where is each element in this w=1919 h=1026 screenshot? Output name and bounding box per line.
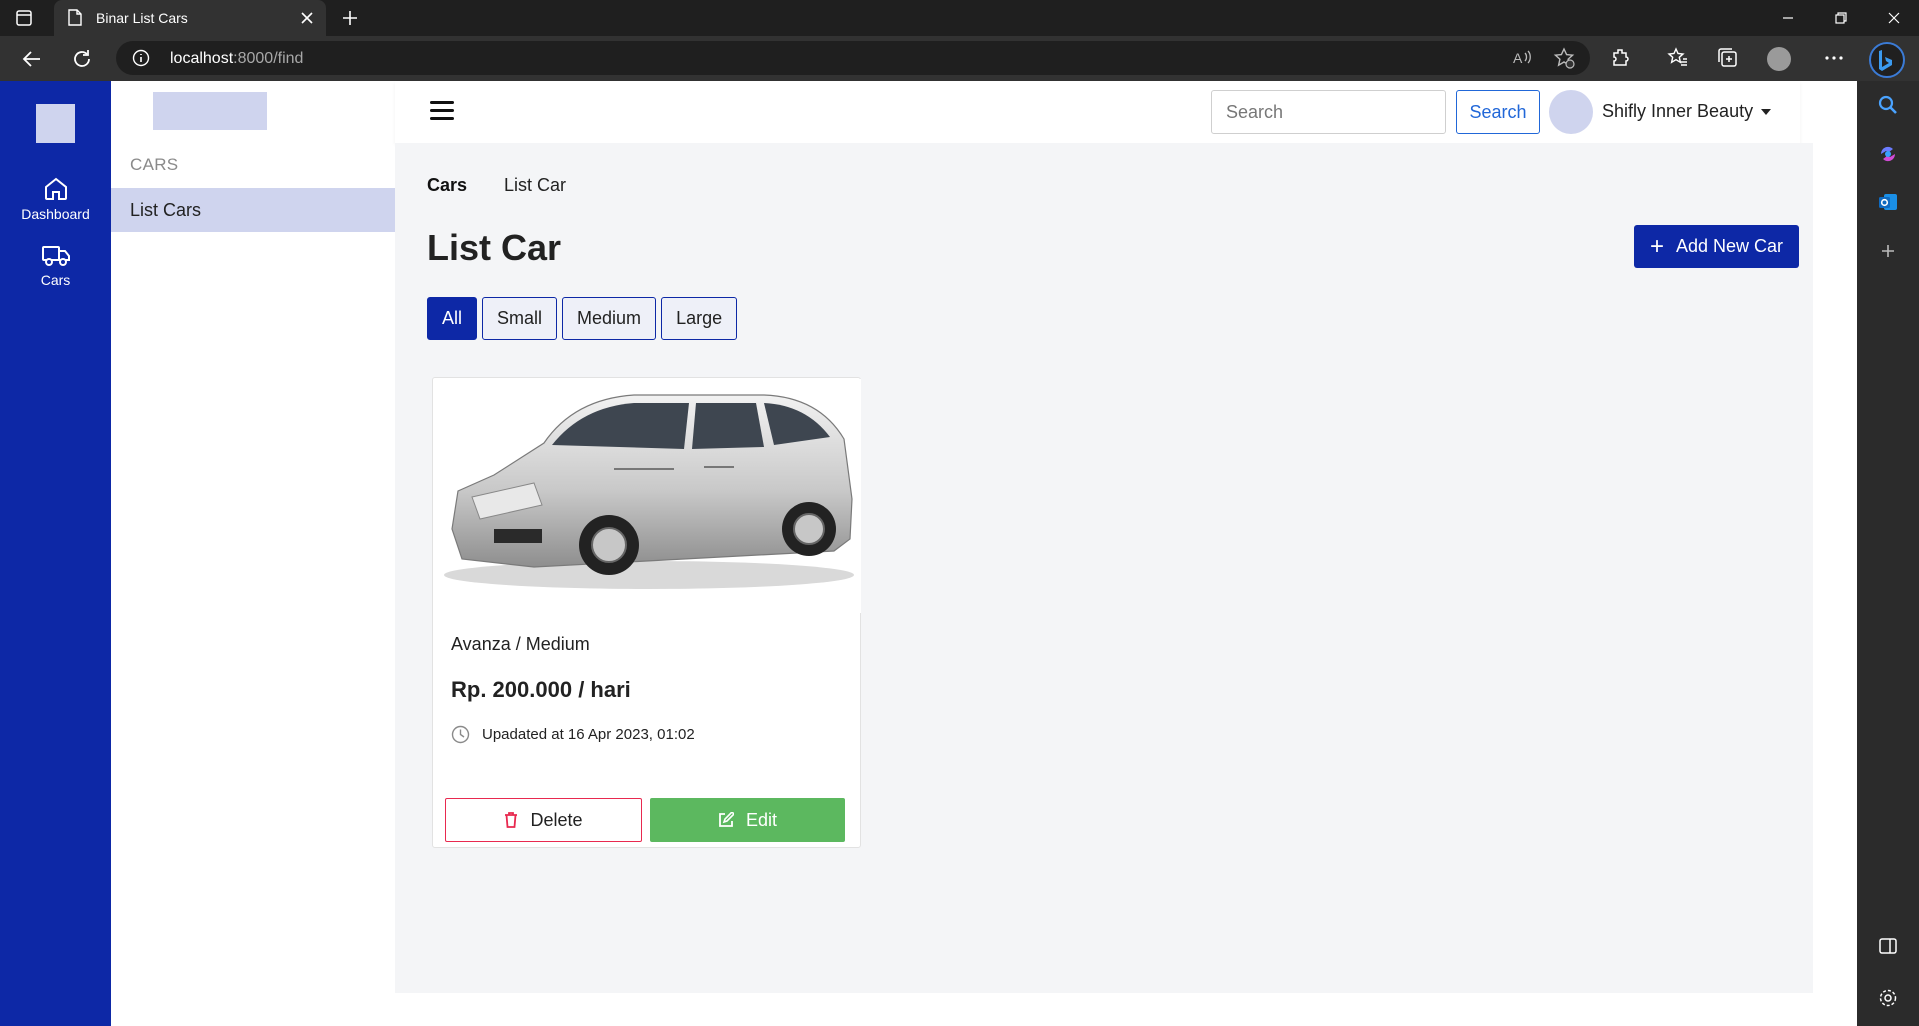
nav-item-dashboard[interactable]: Dashboard (0, 175, 111, 231)
sidebar-item-list-cars[interactable]: List Cars (111, 188, 395, 232)
url-text: localhost:8000/find (170, 50, 304, 67)
top-bar: Search Shifly Inner Beauty (395, 81, 1800, 143)
page-icon (68, 9, 82, 26)
filter-all[interactable]: All (427, 297, 478, 340)
collections-icon[interactable] (1716, 46, 1740, 70)
sidebar-item-label: List Cars (130, 200, 202, 220)
settings-icon[interactable] (1876, 986, 1900, 1010)
breadcrumb-root[interactable]: Cars (427, 175, 467, 196)
browser-toolbar: localhost:8000/find A (0, 36, 1919, 81)
secondary-sidebar: CARS List Cars (111, 81, 395, 1026)
user-name[interactable]: Shifly Inner Beauty (1602, 101, 1753, 122)
search-input[interactable] (1211, 90, 1446, 134)
extensions-icon[interactable] (1609, 46, 1633, 70)
copilot-button[interactable] (1869, 42, 1905, 78)
minimize-icon[interactable] (1778, 8, 1798, 28)
new-tab-icon[interactable] (340, 8, 360, 28)
read-aloud-icon[interactable]: A (1510, 46, 1534, 70)
app-logo (36, 104, 75, 143)
add-new-car-button[interactable]: + Add New Car (1634, 225, 1799, 268)
address-bar[interactable]: localhost:8000/find (116, 41, 1590, 75)
filter-medium[interactable]: Medium (562, 297, 657, 340)
browser-tab[interactable]: Binar List Cars (54, 0, 326, 36)
clock-icon (451, 725, 470, 744)
edge-sidebar (1857, 81, 1919, 1026)
filter-large[interactable]: Large (661, 297, 738, 340)
sidebar-toggle-icon[interactable] (1876, 934, 1900, 958)
sidebar-section-title: CARS (130, 155, 179, 174)
main-nav-rail: Dashboard Cars (0, 81, 111, 1026)
add-new-car-label: Add New Car (1675, 236, 1784, 256)
car-illustration (444, 394, 854, 589)
main-content: Cars List Car List Car + Add New Car All… (395, 143, 1813, 993)
search-icon[interactable] (1876, 93, 1900, 117)
favorites-icon[interactable] (1666, 46, 1690, 70)
avatar[interactable] (1549, 90, 1593, 134)
size-filter-group: All Small Medium Large (427, 297, 738, 340)
add-icon[interactable] (1876, 239, 1900, 263)
nav-item-label: Cars (40, 272, 71, 288)
chevron-down-icon[interactable] (1761, 109, 1771, 115)
car-price: Rp. 200.000 / hari (451, 677, 631, 702)
filter-small[interactable]: Small (482, 297, 558, 340)
browser-tabbar: Binar List Cars (0, 0, 1919, 36)
site-info-icon[interactable] (132, 49, 150, 67)
updated-text: Upadated at 16 Apr 2023, 01:02 (482, 726, 695, 743)
car-image (434, 379, 861, 613)
car-card: Avanza / Medium Rp. 200.000 / hari Upada… (432, 377, 861, 848)
trash-icon (505, 812, 518, 828)
search-button[interactable]: Search (1456, 90, 1540, 134)
outlook-icon[interactable] (1876, 190, 1900, 214)
car-name: Avanza / Medium (451, 634, 590, 654)
nav-item-label: Dashboard (21, 206, 90, 222)
tab-actions-icon[interactable] (14, 8, 34, 28)
close-window-icon[interactable] (1884, 8, 1904, 28)
edit-button[interactable]: Edit (650, 798, 845, 842)
restore-icon[interactable] (1831, 8, 1851, 28)
plus-icon: + (1649, 232, 1664, 260)
delete-button[interactable]: Delete (445, 798, 642, 842)
app-root: Dashboard Cars CARS List Cars Search Shi… (0, 81, 1857, 1026)
edit-icon (719, 812, 734, 827)
home-icon (44, 177, 67, 200)
bing-icon (1879, 50, 1892, 71)
add-favorite-icon[interactable] (1552, 46, 1576, 70)
car-updated: Upadated at 16 Apr 2023, 01:02 (451, 725, 695, 744)
back-icon[interactable] (20, 47, 44, 71)
refresh-icon[interactable] (70, 47, 94, 71)
svg-text:A: A (1513, 50, 1523, 66)
nav-item-cars[interactable]: Cars (0, 241, 111, 297)
brand-logo (153, 92, 267, 130)
menu-toggle-icon[interactable] (430, 101, 454, 121)
delete-label: Delete (530, 809, 583, 830)
more-icon[interactable] (1822, 46, 1846, 70)
breadcrumb-current: List Car (504, 175, 567, 195)
copilot-icon[interactable] (1876, 142, 1900, 166)
page-title: List Car (427, 227, 562, 268)
tab-title: Binar List Cars (96, 10, 188, 26)
truck-icon (41, 246, 70, 266)
edit-label: Edit (745, 809, 778, 830)
profile-avatar[interactable] (1767, 47, 1791, 71)
close-tab-icon[interactable] (300, 11, 314, 25)
